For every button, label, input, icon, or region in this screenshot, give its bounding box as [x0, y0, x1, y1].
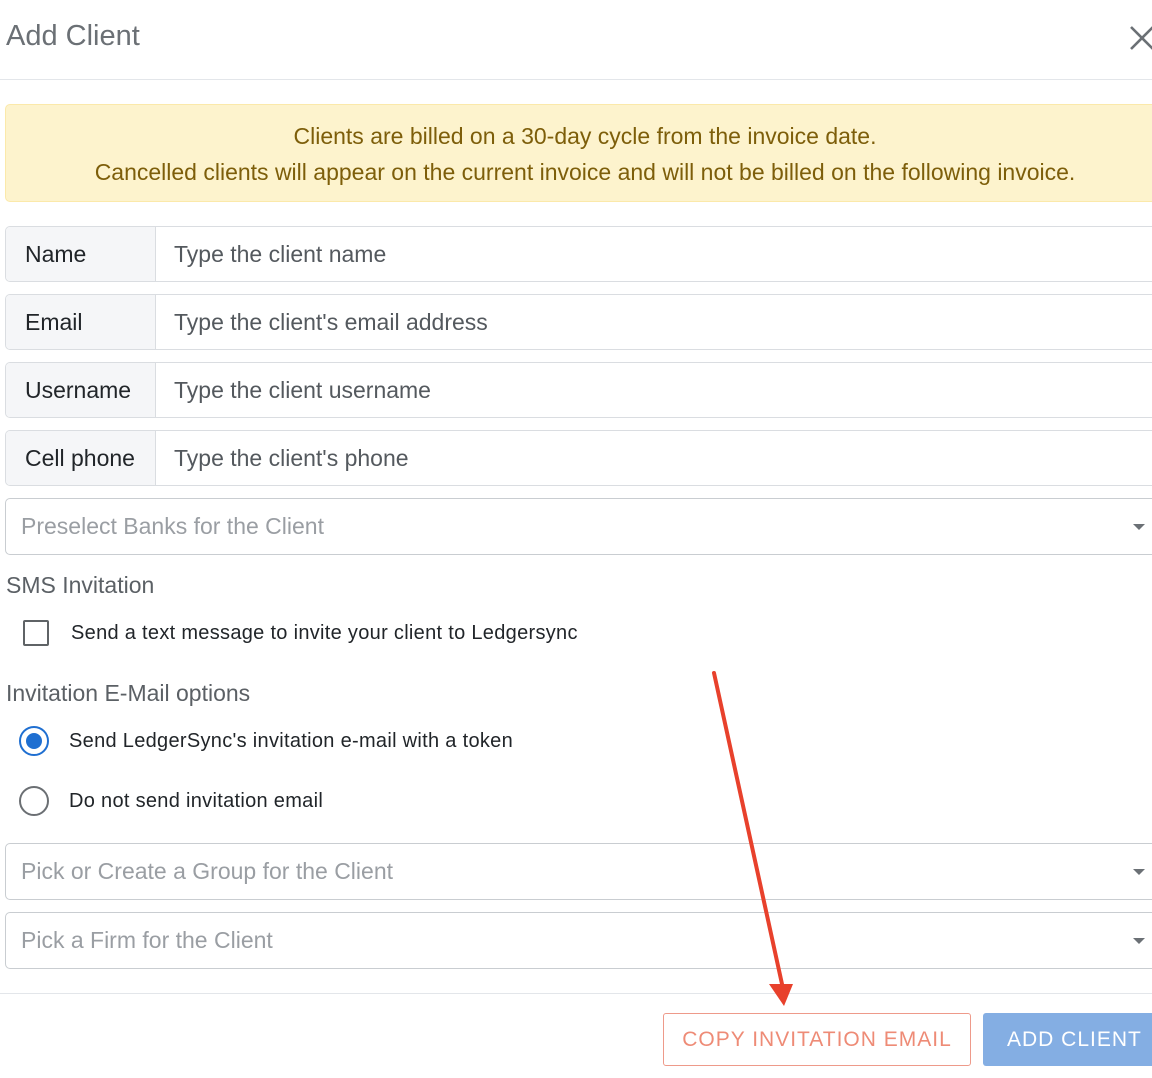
banks-select[interactable]: Preselect Banks for the Client: [5, 498, 1152, 555]
sms-invitation-heading: SMS Invitation: [6, 572, 155, 598]
username-input[interactable]: [156, 363, 1152, 417]
name-label: Name: [6, 227, 156, 281]
modal-title: Add Client: [6, 20, 140, 52]
cell-phone-input-group: Cell phone: [5, 430, 1152, 486]
alert-line-2: Cancelled clients will appear on the cur…: [94, 159, 1076, 185]
add-client-button[interactable]: ADD CLIENT: [983, 1013, 1152, 1066]
email-label: Email: [6, 295, 156, 349]
radio-send-invitation-email[interactable]: [19, 726, 49, 756]
send-invitation-email-label: Send LedgerSync's invitation e-mail with…: [69, 730, 514, 752]
chevron-down-icon: [1133, 938, 1145, 944]
username-label: Username: [6, 363, 156, 417]
group-select-placeholder: Pick or Create a Group for the Client: [21, 858, 393, 884]
username-input-group: Username: [5, 362, 1152, 418]
radio-selected-dot: [26, 733, 42, 749]
email-input[interactable]: [156, 295, 1152, 349]
no-invitation-email-label: Do not send invitation email: [69, 790, 324, 812]
chevron-down-icon: [1133, 869, 1145, 875]
modal-footer-divider: [0, 993, 1152, 994]
name-input[interactable]: [156, 227, 1152, 281]
sms-invite-label: Send a text message to invite your clien…: [71, 622, 578, 644]
cell-phone-input[interactable]: [156, 431, 1152, 485]
cell-phone-label: Cell phone: [6, 431, 156, 485]
sms-invite-checkbox[interactable]: [23, 620, 49, 646]
firm-select[interactable]: Pick a Firm for the Client: [5, 912, 1152, 969]
banks-select-placeholder: Preselect Banks for the Client: [21, 513, 324, 539]
group-select[interactable]: Pick or Create a Group for the Client: [5, 843, 1152, 900]
annotation-arrow-head: [769, 984, 793, 1006]
close-icon[interactable]: [1126, 22, 1152, 54]
chevron-down-icon: [1133, 524, 1145, 530]
alert-line-1: Clients are billed on a 30-day cycle fro…: [293, 123, 877, 149]
email-input-group: Email: [5, 294, 1152, 350]
billing-alert: Clients are billed on a 30-day cycle fro…: [5, 104, 1152, 202]
name-input-group: Name: [5, 226, 1152, 282]
modal-header: Add Client: [0, 0, 1152, 80]
copy-invitation-email-button[interactable]: COPY INVITATION EMAIL: [663, 1013, 971, 1066]
radio-no-invitation-email[interactable]: [19, 786, 49, 816]
firm-select-placeholder: Pick a Firm for the Client: [21, 927, 273, 953]
email-options-heading: Invitation E-Mail options: [6, 680, 251, 706]
